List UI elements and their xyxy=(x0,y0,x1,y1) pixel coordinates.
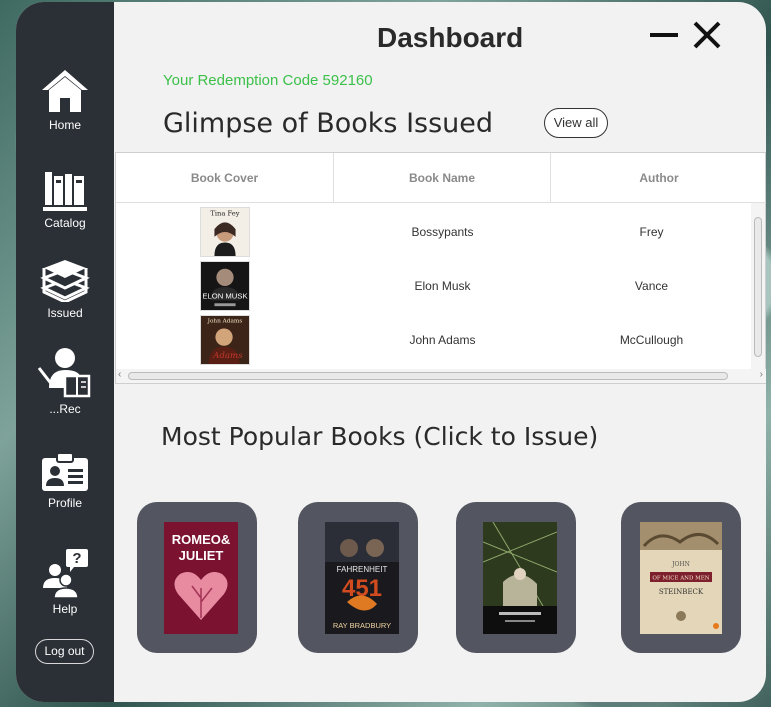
sidebar-item-label: ...Rec xyxy=(49,402,81,416)
book-cover: ROMEO& JULIET xyxy=(164,522,238,634)
scrollbar-thumb[interactable] xyxy=(128,372,728,380)
svg-text:STEINBECK: STEINBECK xyxy=(659,588,704,596)
author-cell: Frey xyxy=(639,225,664,239)
scroll-left-icon[interactable]: ‹ xyxy=(118,369,121,380)
sidebar-item-label: Help xyxy=(52,602,78,616)
scrollbar-thumb[interactable] xyxy=(754,217,762,357)
sidebar-item-catalog[interactable]: Catalog xyxy=(16,170,114,230)
popular-section-title: Most Popular Books (Click to Issue) xyxy=(161,422,599,451)
sidebar-item-profile[interactable]: Profile xyxy=(16,452,114,510)
close-icon[interactable] xyxy=(692,20,722,50)
column-header-cover[interactable]: Book Cover xyxy=(116,153,334,203)
cover-text: ELON MUSK xyxy=(202,291,248,300)
table-row[interactable]: ELON MUSK Elon Musk Vance xyxy=(116,259,752,313)
popular-book-card[interactable]: JOHN OF MICE AND MEN STEINBECK xyxy=(621,502,741,653)
author-cell: McCullough xyxy=(619,333,684,347)
book-cover-thumbnail: ELON MUSK xyxy=(200,261,250,311)
svg-text:?: ? xyxy=(72,550,81,567)
app-window: Home Catalog Issued ...Rec Profile ? Hel… xyxy=(16,2,766,702)
svg-text:Adams: Adams xyxy=(212,351,243,361)
books-shelf-icon xyxy=(43,172,87,211)
main-content: Dashboard Your Redemption Code 592160 Gl… xyxy=(114,2,766,702)
book-name-cell: Bossypants xyxy=(411,225,474,239)
sidebar-item-home[interactable]: Home xyxy=(16,68,114,132)
vertical-scrollbar[interactable] xyxy=(751,203,765,369)
sidebar-item-issued[interactable]: Issued xyxy=(16,258,114,320)
table-header: Book Cover Book Name Author xyxy=(116,153,766,203)
svg-text:JULIET: JULIET xyxy=(179,548,224,563)
svg-text:FAHRENHEIT: FAHRENHEIT xyxy=(337,565,388,574)
book-cover-thumbnail: John Adams Adams xyxy=(200,315,250,365)
book-cover-thumbnail: Tina Fey xyxy=(200,207,250,257)
cover-text: Tina Fey xyxy=(210,210,239,218)
issued-books-table: Book Cover Book Name Author Tina Fey Bos… xyxy=(115,152,766,384)
sidebar-item-rec[interactable]: ...Rec xyxy=(16,346,114,416)
help-people-icon: ? xyxy=(43,549,88,598)
table-row[interactable]: Tina Fey Bossypants Frey xyxy=(116,205,752,259)
svg-text:RAY BRADBURY: RAY BRADBURY xyxy=(333,621,391,630)
horizontal-scrollbar[interactable]: ‹ › xyxy=(116,369,766,383)
popular-book-card[interactable]: ROMEO& JULIET xyxy=(137,502,257,653)
book-stack-icon xyxy=(40,260,90,302)
sidebar: Home Catalog Issued ...Rec Profile ? Hel… xyxy=(16,2,114,702)
svg-text:JOHN: JOHN xyxy=(671,561,690,568)
svg-text:OF MICE AND MEN: OF MICE AND MEN xyxy=(652,576,709,582)
logout-button[interactable]: Log out xyxy=(35,639,94,664)
scroll-right-icon[interactable]: › xyxy=(760,369,763,380)
sidebar-item-label: Home xyxy=(48,118,81,132)
issued-section-title: Glimpse of Books Issued xyxy=(163,108,494,139)
sidebar-item-label: Issued xyxy=(47,306,83,320)
home-icon xyxy=(42,70,88,112)
redemption-code: Your Redemption Code 592160 xyxy=(163,72,373,89)
sidebar-item-help[interactable]: ? Help xyxy=(16,548,114,616)
table-row[interactable]: John Adams Adams John Adams McCullough xyxy=(116,313,752,367)
teacher-board-icon xyxy=(37,348,91,398)
book-cover xyxy=(483,522,557,634)
book-cover: JOHN OF MICE AND MEN STEINBECK xyxy=(640,522,722,634)
minimize-icon[interactable] xyxy=(650,24,678,44)
sidebar-item-label: Profile xyxy=(47,496,82,510)
sidebar-item-label: Catalog xyxy=(44,216,86,230)
popular-book-card[interactable]: FAHRENHEIT 451 RAY BRADBURY xyxy=(298,502,418,653)
column-header-name[interactable]: Book Name xyxy=(334,153,551,203)
column-header-author[interactable]: Author xyxy=(551,153,766,203)
svg-text:ROMEO&: ROMEO& xyxy=(172,532,231,547)
cover-text: John Adams xyxy=(207,319,243,325)
popular-book-card[interactable] xyxy=(456,502,576,653)
page-title: Dashboard xyxy=(377,22,524,53)
book-name-cell: Elon Musk xyxy=(414,279,471,293)
book-cover: FAHRENHEIT 451 RAY BRADBURY xyxy=(325,522,399,634)
book-name-cell: John Adams xyxy=(409,333,476,347)
id-card-icon xyxy=(42,452,88,491)
view-all-button[interactable]: View all xyxy=(544,108,608,138)
author-cell: Vance xyxy=(634,279,669,293)
